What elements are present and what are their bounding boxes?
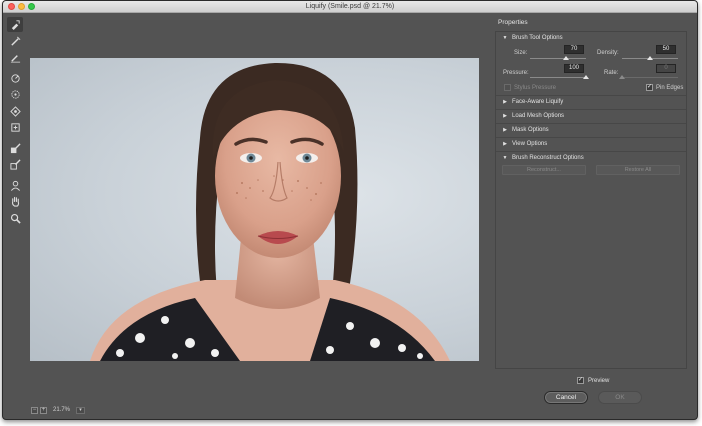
push-left-icon	[10, 123, 20, 132]
properties-sections: ▼ Brush Tool Options Size: 70 Density: 5…	[495, 31, 687, 369]
forward-warp-tool[interactable]	[7, 17, 23, 32]
forward-warp-icon	[11, 20, 20, 30]
hand-icon	[11, 196, 19, 207]
load-mesh-options-header[interactable]: ▶ Load Mesh Options	[496, 109, 686, 121]
size-slider-thumb[interactable]	[563, 56, 570, 60]
restore-all-button[interactable]: Restore All	[596, 165, 680, 175]
rate-field[interactable]: 0	[656, 64, 676, 73]
status-bar: − + 21.7% ▾	[31, 405, 86, 415]
pressure-slider-thumb[interactable]	[583, 75, 589, 79]
size-label: Size:	[514, 50, 528, 56]
thaw-mask-tool[interactable]	[7, 157, 23, 172]
window-title: Liquify (Smile.psd @ 21.7%)	[305, 3, 395, 10]
pucker-icon	[10, 90, 20, 99]
preview-canvas-area[interactable]	[27, 17, 482, 406]
smooth-icon	[10, 55, 20, 63]
title-bar: Liquify (Smile.psd @ 21.7%)	[3, 1, 697, 13]
zoom-out-button[interactable]: −	[31, 406, 38, 414]
zoom-dropdown[interactable]: ▾	[76, 406, 86, 414]
reconstruct-button[interactable]: Reconstruct...	[502, 165, 586, 175]
face-icon	[10, 180, 20, 191]
rate-label: Rate:	[604, 70, 619, 76]
view-options-header[interactable]: ▶ View Options	[496, 137, 686, 149]
pucker-tool[interactable]	[7, 87, 23, 102]
pressure-slider[interactable]	[530, 77, 586, 78]
properties-panel: Properties ▼ Brush Tool Options Size: 70…	[491, 15, 691, 408]
expanded-triangle-icon: ▼	[502, 154, 508, 161]
pin-edges-checkbox[interactable]: ✓	[646, 84, 653, 91]
mask-options-header[interactable]: ▶ Mask Options	[496, 123, 686, 135]
density-label: Density:	[597, 50, 619, 56]
pressure-field[interactable]: 100	[564, 64, 584, 73]
preview-checkbox[interactable]: ✓	[577, 377, 584, 384]
smooth-tool[interactable]	[7, 50, 23, 65]
rate-slider[interactable]	[622, 77, 678, 78]
freeze-mask-icon	[10, 142, 21, 153]
preview-label: Preview	[588, 377, 610, 384]
freeze-mask-tool[interactable]	[7, 141, 23, 156]
thaw-mask-icon	[9, 159, 21, 170]
liquify-dialog: Liquify (Smile.psd @ 21.7%) − + 21.7% ▾ …	[2, 0, 698, 420]
liquify-toolbar	[7, 17, 25, 227]
density-slider-thumb[interactable]	[647, 56, 653, 60]
pin-edges-label: Pin Edges	[656, 85, 684, 91]
properties-title: Properties	[498, 19, 528, 26]
collapsed-triangle-icon: ▶	[503, 126, 507, 133]
portrait-illustration	[90, 62, 450, 361]
size-slider[interactable]	[530, 58, 586, 59]
brush-reconstruct-options-header[interactable]: ▼ Brush Reconstruct Options	[496, 151, 686, 163]
collapsed-triangle-icon: ▶	[503, 98, 507, 105]
density-field[interactable]: 50	[656, 45, 676, 54]
zoom-icon	[10, 213, 21, 224]
zoom-level: 21.7%	[53, 407, 71, 413]
face-tool[interactable]	[7, 178, 23, 193]
rate-slider-thumb[interactable]	[619, 75, 625, 79]
ok-button[interactable]: OK	[598, 391, 642, 404]
face-aware-liquify-header[interactable]: ▶ Face-Aware Liquify	[496, 95, 686, 107]
stylus-pressure-checkbox[interactable]	[504, 84, 511, 91]
brush-tool-options-header[interactable]: ▼ Brush Tool Options	[496, 32, 686, 44]
bloat-icon	[9, 105, 21, 117]
zoom-tool[interactable]	[7, 211, 23, 226]
hand-tool[interactable]	[7, 194, 23, 209]
cancel-button[interactable]: Cancel	[544, 391, 588, 404]
push-left-tool[interactable]	[7, 120, 23, 135]
expanded-triangle-icon: ▼	[502, 35, 508, 41]
twirl-icon	[10, 73, 20, 83]
zoom-in-button[interactable]: +	[40, 406, 47, 414]
stylus-pressure-label: Stylus Pressure	[514, 85, 557, 91]
preview-row: ✓ Preview	[577, 377, 609, 384]
size-field[interactable]: 70	[564, 45, 584, 54]
collapsed-triangle-icon: ▶	[503, 140, 507, 147]
reconstruct-icon	[10, 36, 20, 46]
portrait-photo[interactable]	[30, 58, 479, 361]
twirl-clockwise-tool[interactable]	[7, 71, 23, 86]
pressure-label: Pressure:	[503, 70, 529, 76]
bloat-tool[interactable]	[7, 104, 23, 119]
collapsed-triangle-icon: ▶	[503, 112, 507, 119]
reconstruct-tool[interactable]	[7, 34, 23, 49]
